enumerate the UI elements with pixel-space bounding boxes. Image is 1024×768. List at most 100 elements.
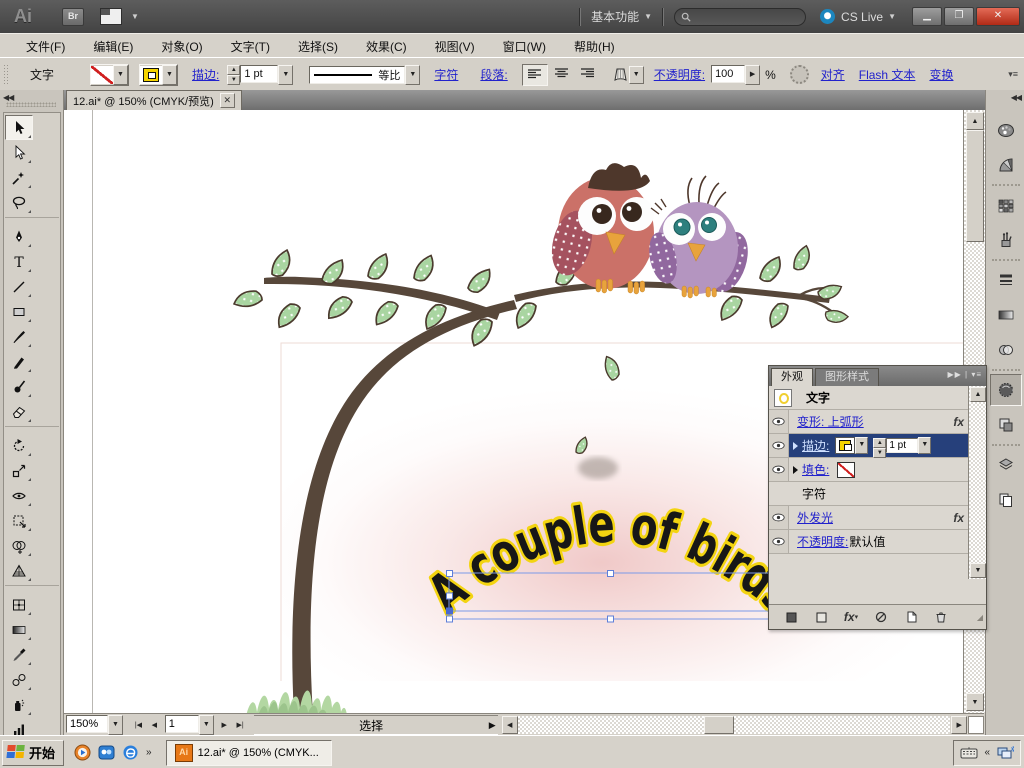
perspective-grid-tool[interactable] (5, 558, 33, 583)
stroke-profile-select[interactable]: 等比 ▼ (309, 65, 420, 85)
pen-tool[interactable] (5, 224, 33, 249)
chevron-down-icon[interactable]: ▼ (629, 66, 644, 84)
restore-button[interactable]: ❐ (944, 7, 974, 26)
appearance-item-link[interactable]: 填色: (802, 461, 829, 478)
menu-item-0[interactable]: 文件(F) (12, 35, 79, 58)
new-art-basic-appearance-icon[interactable] (783, 610, 799, 624)
menu-item-8[interactable]: 帮助(H) (560, 35, 629, 58)
panel-button-color[interactable] (990, 114, 1022, 146)
network-tray-icon[interactable] (996, 746, 1014, 760)
eyedropper-tool[interactable] (5, 642, 33, 667)
eraser-tool[interactable] (5, 399, 33, 424)
chevron-down-icon[interactable]: ▼ (405, 65, 420, 85)
collapse-panel-icon[interactable]: ▶▶ (947, 370, 961, 379)
lasso-tool[interactable] (5, 190, 33, 215)
panel-menu-icon[interactable]: ▾≡ (971, 370, 982, 379)
tab-appearance[interactable]: 外观 (771, 368, 813, 386)
envelope-warp-button[interactable]: ▼ (612, 66, 644, 84)
clear-appearance-icon[interactable] (873, 610, 889, 624)
gradient-tool[interactable] (5, 617, 33, 642)
document-tab[interactable]: 12.ai* @ 150% (CMYK/预览) ✕ (66, 90, 242, 110)
first-artboard-button[interactable]: |◀ (131, 718, 146, 733)
symbol-sprayer-tool[interactable] (5, 692, 33, 717)
width-tool[interactable] (5, 483, 33, 508)
appearance-item-link[interactable]: 不透明度: (797, 533, 848, 550)
expand-triangle-icon[interactable] (793, 442, 798, 450)
next-artboard-button[interactable]: ▶ (217, 718, 232, 733)
zoom-control[interactable]: 150% ▼ (66, 715, 123, 735)
menu-item-1[interactable]: 编辑(E) (79, 35, 147, 58)
visibility-eye-icon[interactable] (769, 410, 789, 433)
paintbrush-tool[interactable] (5, 324, 33, 349)
appearance-scrollbar[interactable]: ▲ ▼ (968, 386, 986, 579)
shape-builder-tool[interactable] (5, 533, 33, 558)
workspace-switcher[interactable]: 基本功能 (591, 8, 639, 25)
stroke-weight-spinner[interactable]: ▲▼ (227, 65, 240, 83)
stroke-weight-field[interactable]: 1 pt (240, 65, 278, 83)
panel-menu-icon[interactable]: ▾≡ (1008, 69, 1018, 80)
chevron-down-icon[interactable]: ▼ (113, 65, 128, 85)
panel-grip[interactable] (3, 64, 8, 86)
align-panel-link[interactable]: 对齐 (821, 66, 845, 83)
character-link[interactable]: 字符 (434, 66, 458, 83)
menu-item-2[interactable]: 对象(O) (147, 35, 216, 58)
horizontal-scroll-thumb[interactable] (704, 716, 734, 734)
stroke-weight-control[interactable]: ▲▼ 1 pt ▼ (227, 65, 293, 85)
expand-triangle-icon[interactable] (793, 466, 798, 474)
visibility-eye-icon[interactable] (769, 530, 789, 553)
appearance-row-0[interactable]: 文字 (769, 386, 986, 410)
chevron-down-icon[interactable]: ▼ (199, 715, 214, 735)
media-player-icon[interactable] (74, 744, 91, 761)
internet-explorer-icon[interactable] (122, 744, 139, 761)
pencil-tool[interactable] (5, 349, 33, 374)
appearance-item-link[interactable]: 描边: (802, 437, 829, 454)
search-input[interactable] (695, 10, 789, 24)
direct-selection-tool[interactable] (5, 140, 33, 165)
tab-graphic-styles[interactable]: 图形样式 (815, 368, 879, 386)
fill-color-control[interactable]: ▼ (90, 64, 129, 86)
task-button-illustrator[interactable]: Ai 12.ai* @ 150% (CMYK... (166, 740, 332, 766)
search-box[interactable] (674, 8, 806, 26)
zoom-level[interactable]: 150% (66, 715, 108, 733)
recolor-artwork-icon[interactable] (790, 65, 809, 84)
panel-button-graphic-styles[interactable] (990, 409, 1022, 441)
blob-brush-tool[interactable] (5, 374, 33, 399)
panel-button-color-guide[interactable] (990, 149, 1022, 181)
chevron-down-icon[interactable]: ▼ (918, 437, 931, 454)
stroke-color-control[interactable]: ▼ (139, 64, 178, 86)
collapse-panel-icon[interactable]: ◀◀ (3, 93, 13, 102)
menu-item-7[interactable]: 窗口(W) (489, 35, 560, 58)
rotate-tool[interactable] (5, 433, 33, 458)
appearance-row-6[interactable]: 不透明度:默认值 (769, 530, 986, 554)
stroke-color-swatch[interactable] (835, 437, 855, 454)
chevron-down-icon[interactable]: ▼ (162, 65, 177, 85)
opacity-control[interactable]: 100 ▶ (711, 65, 760, 85)
menu-item-6[interactable]: 视图(V) (421, 35, 489, 58)
flash-text-link[interactable]: Flash 文本 (859, 66, 916, 83)
opacity-link[interactable]: 不透明度: (654, 66, 705, 83)
start-button[interactable]: 开始 (2, 740, 64, 766)
free-transform-tool[interactable] (5, 508, 33, 533)
bridge-button[interactable]: Br (62, 8, 84, 26)
menu-item-4[interactable]: 选择(S) (284, 35, 352, 58)
align-left-button[interactable] (522, 64, 548, 86)
appearance-row-4[interactable]: 字符 (769, 482, 986, 506)
scroll-up-button[interactable]: ▲ (970, 387, 986, 402)
paragraph-link[interactable]: 段落: (480, 66, 507, 83)
keyboard-tray-icon[interactable] (960, 746, 978, 759)
menu-item-5[interactable]: 效果(C) (352, 35, 421, 58)
visibility-eye-icon[interactable] (769, 458, 789, 481)
type-tool[interactable]: T (5, 249, 33, 274)
scroll-down-button[interactable]: ▼ (970, 563, 986, 578)
last-artboard-button[interactable]: ▶| (233, 718, 248, 733)
minimize-button[interactable]: ▁ (912, 7, 942, 26)
chevron-down-icon[interactable]: ▼ (108, 715, 123, 735)
chevron-down-icon[interactable]: ▼ (278, 65, 293, 85)
cs-live-menu[interactable]: CS Live (841, 10, 883, 24)
selection-tool[interactable] (5, 115, 33, 140)
line-segment-tool[interactable] (5, 274, 33, 299)
appearance-row-2[interactable]: 描边:▼▲▼1 pt▼ (769, 434, 986, 458)
magic-wand-tool[interactable] (5, 165, 33, 190)
blend-tool[interactable] (5, 667, 33, 692)
drag-dots[interactable] (6, 102, 56, 107)
